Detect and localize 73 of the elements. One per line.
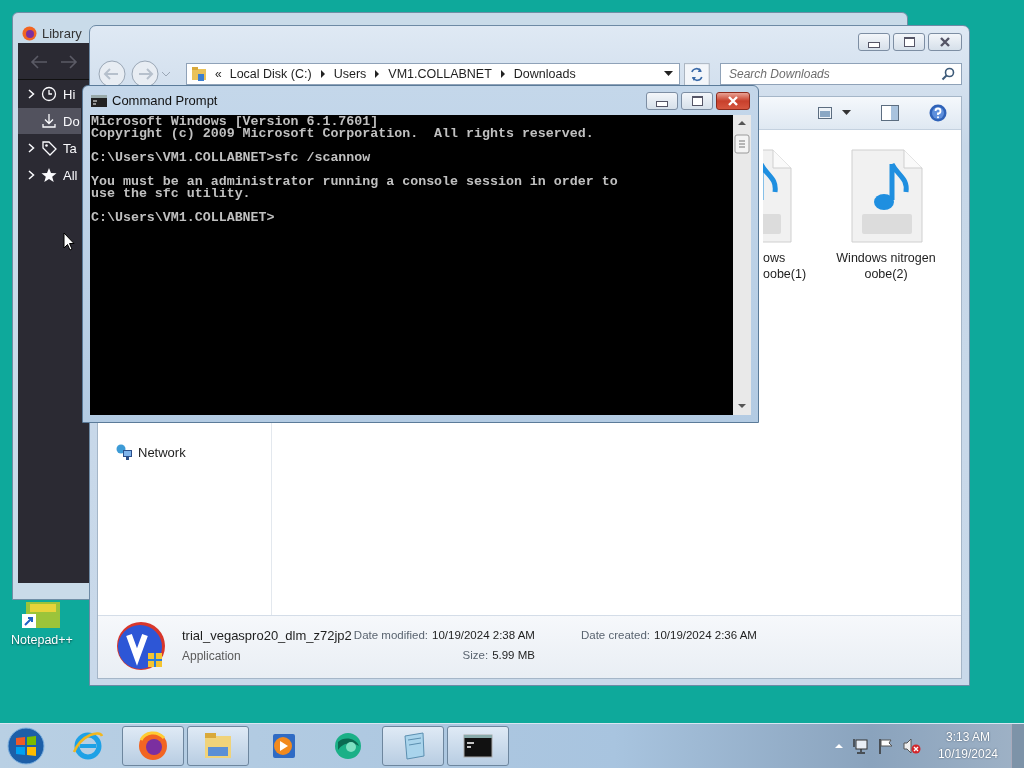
- maximize-button[interactable]: [681, 91, 713, 110]
- maximize-button[interactable]: [893, 33, 925, 51]
- music-file-icon: [763, 148, 793, 244]
- browser-icon: [72, 730, 104, 762]
- property-value: 5.99 MB: [492, 649, 535, 661]
- sidebar-item[interactable]: Ta: [18, 135, 81, 161]
- folder-icon: [191, 66, 207, 82]
- flag-icon[interactable]: [877, 738, 894, 754]
- search-icon[interactable]: [941, 67, 955, 81]
- forward-button[interactable]: [129, 60, 161, 88]
- close-button[interactable]: [716, 91, 750, 110]
- breadcrumb-item[interactable]: Downloads: [513, 67, 576, 81]
- close-icon: [727, 95, 739, 106]
- chevron-icon[interactable]: [28, 170, 35, 180]
- property-label: Size:: [462, 649, 489, 661]
- property-value: 10/19/2024 2:36 AM: [654, 629, 757, 641]
- minimize-button[interactable]: [646, 91, 678, 110]
- mouse-cursor-icon: [63, 232, 75, 251]
- navigation-item[interactable]: Network: [116, 444, 186, 461]
- network-icon: [116, 444, 133, 461]
- minimize-button[interactable]: [858, 33, 890, 51]
- console-line: C:\Users\VM1.COLLABNET>sfc /scannow: [91, 152, 371, 164]
- refresh-button[interactable]: [684, 62, 710, 86]
- property-label: Date modified:: [353, 629, 428, 641]
- clock-icon: [41, 86, 57, 102]
- firefox-icon: [22, 25, 37, 41]
- window-title: Library: [42, 25, 82, 41]
- chevron-icon[interactable]: [28, 143, 35, 153]
- file-name: trial_vegaspro20_dlm_z72jp2: [182, 627, 352, 643]
- dropdown-arrow-icon[interactable]: [664, 71, 674, 77]
- network-icon[interactable]: [852, 738, 869, 754]
- console-line: Copyright (c) 2009 Microsoft Corporation. All rights reserved.: [91, 128, 594, 140]
- close-icon: [939, 37, 951, 47]
- console-line: You must be an administrator running a console session in order to: [91, 176, 618, 188]
- speaker-muted-icon[interactable]: [902, 738, 921, 754]
- sidebar-item[interactable]: Hi: [18, 81, 81, 107]
- console-line: use the sfc utility.: [91, 188, 251, 200]
- address-bar[interactable]: « Local Disk (C:) Users VM1.COLLABNET Downloads: [186, 63, 681, 85]
- taskbar-button[interactable]: [122, 726, 184, 766]
- breadcrumb-item[interactable]: VM1.COLLABNET: [388, 67, 492, 81]
- start-button[interactable]: [6, 726, 46, 766]
- property-value: 10/19/2024 2:38 AM: [432, 629, 535, 641]
- console-line: C:\Users\VM1.COLLABNET>: [91, 212, 275, 224]
- tag-icon: [41, 140, 57, 156]
- file-type: Application: [182, 648, 242, 663]
- search-field[interactable]: Search Downloads: [720, 63, 962, 85]
- back-button[interactable]: [97, 60, 129, 88]
- view-icon[interactable]: [818, 107, 832, 119]
- scroll-bar[interactable]: [733, 115, 751, 415]
- console-icon: [91, 94, 107, 107]
- chevron-icon[interactable]: [28, 89, 35, 99]
- music-file-icon: [848, 148, 924, 244]
- window-title: Command Prompt: [112, 93, 218, 108]
- preview-pane-icon[interactable]: [881, 105, 899, 121]
- caret-icon[interactable]: [842, 110, 851, 116]
- file-item[interactable]: Windows nitrogen oobe(2): [831, 148, 941, 282]
- breadcrumb-item[interactable]: Users: [333, 67, 367, 81]
- sidebar-item[interactable]: All: [18, 162, 81, 188]
- breadcrumb-arrow-icon[interactable]: [374, 70, 381, 78]
- breadcrumb-item[interactable]: Local Disk (C:): [229, 67, 312, 81]
- star-icon: [41, 167, 57, 183]
- overflow-chevron[interactable]: «: [215, 67, 222, 81]
- firefox-icon: [137, 730, 169, 762]
- breadcrumb-arrow-icon[interactable]: [499, 70, 506, 78]
- download-icon: [41, 113, 57, 129]
- taskbar-button[interactable]: [447, 726, 509, 766]
- sidebar-item[interactable]: Do: [18, 108, 81, 134]
- breadcrumb-arrow-icon[interactable]: [319, 70, 326, 78]
- close-button[interactable]: [928, 33, 962, 51]
- help-icon[interactable]: [929, 104, 947, 122]
- application-icon: [116, 621, 168, 673]
- property-label: Date created:: [580, 629, 650, 641]
- console-line: Microsoft Windows [Version 6.1.7601]: [91, 116, 379, 128]
